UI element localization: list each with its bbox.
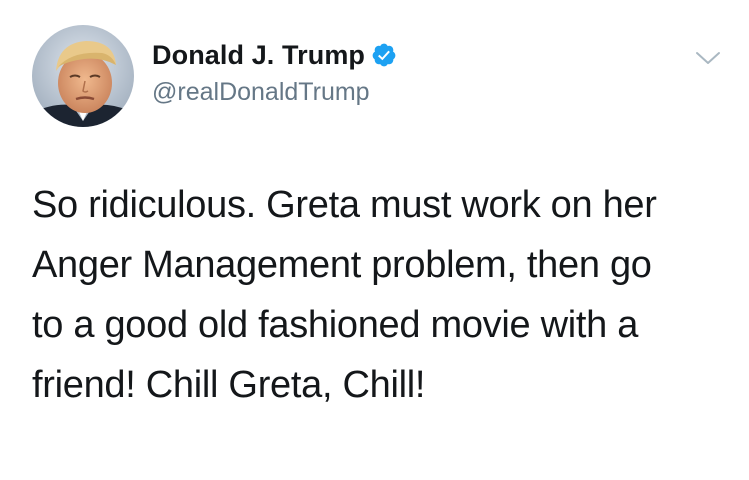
chevron-down-icon[interactable] [694,48,722,68]
avatar[interactable] [32,25,134,127]
avatar-image [32,25,134,127]
tweet-text: So ridiculous. Greta must work on her An… [32,175,722,415]
tweet-card: Donald J. Trump @realDonaldTrump So ridi… [0,0,749,480]
author-handle[interactable]: @realDonaldTrump [152,78,370,107]
author-name-row: Donald J. Trump [152,38,397,72]
verified-badge-icon [371,42,397,68]
tweet-text-line: So ridiculous. Greta must work on her [32,184,657,226]
tweet-text-line: Anger Management problem, then go [32,244,652,286]
tweet-text-line: friend! Chill Greta, Chill! [32,364,426,406]
display-name[interactable]: Donald J. Trump [152,40,365,71]
tweet-text-line: to a good old fashioned movie with a [32,304,639,346]
